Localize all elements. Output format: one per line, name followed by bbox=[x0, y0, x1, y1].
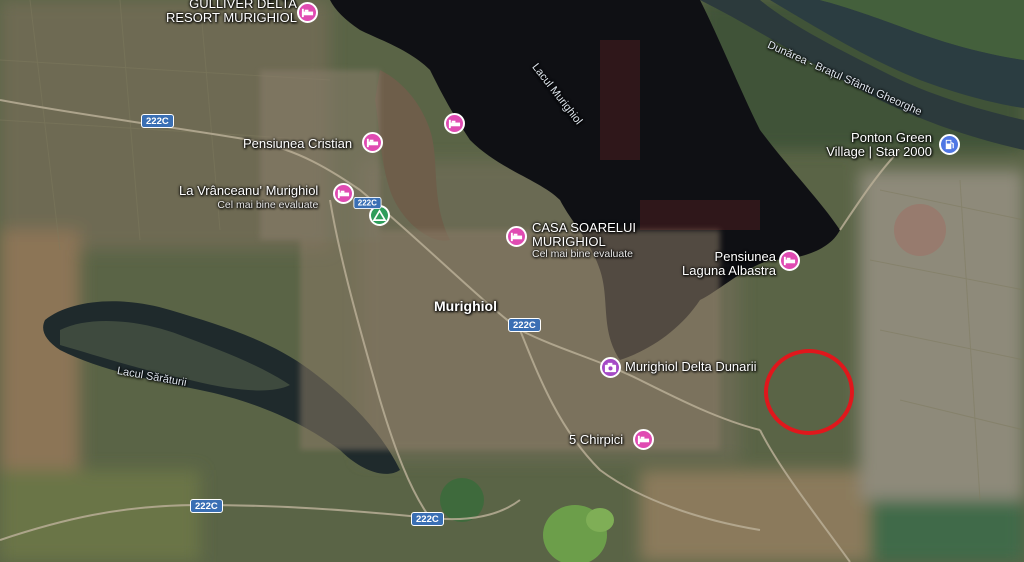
route-shield-222c: 222C bbox=[190, 499, 223, 513]
highlight-circle bbox=[764, 349, 854, 435]
town-label-murighiol: Murighiol bbox=[434, 298, 497, 314]
poi-laguna-line1: Pensiunea bbox=[714, 249, 776, 264]
fuel-icon[interactable] bbox=[939, 134, 960, 155]
poi-soarelui-line2: MURIGHIOL bbox=[532, 233, 606, 249]
poi-gulliver-label[interactable]: GULLIVER DELTA RESORT MURIGHIOL bbox=[166, 0, 297, 24]
poi-gulliver-line2: RESORT MURIGHIOL bbox=[166, 9, 297, 25]
poi-soarelui-label[interactable]: CASA SOARELUI MURIGHIOL Cel mai bine eva… bbox=[532, 221, 636, 260]
route-shield-222c: 222C bbox=[141, 114, 174, 128]
poi-laguna-line2: Laguna Albastra bbox=[682, 262, 776, 278]
poi-ponton-line1: Ponton Green bbox=[851, 130, 932, 145]
bed-icon[interactable] bbox=[333, 183, 354, 204]
bed-icon[interactable] bbox=[297, 2, 318, 23]
poi-vranceanu-sub: Cel mai bine evaluate bbox=[217, 198, 319, 211]
poi-ponton-label[interactable]: Ponton Green Village | Star 2000 bbox=[812, 131, 932, 158]
route-shield-222c: 222C bbox=[353, 197, 382, 209]
camera-icon[interactable] bbox=[600, 357, 621, 378]
poi-delta-label[interactable]: Murighiol Delta Dunarii bbox=[625, 360, 757, 374]
poi-cristian-label[interactable]: Pensiunea Cristian bbox=[243, 137, 352, 151]
bed-icon[interactable] bbox=[506, 226, 527, 247]
poi-vranceanu-label[interactable]: La Vrânceanu' Murighiol Cel mai bine eva… bbox=[179, 184, 318, 211]
poi-laguna-label[interactable]: Pensiunea Laguna Albastra bbox=[672, 250, 776, 277]
bed-icon[interactable] bbox=[633, 429, 654, 450]
route-shield-222c: 222C bbox=[411, 512, 444, 526]
poi-soarelui-line1: CASA SOARELUI bbox=[532, 220, 637, 235]
bed-icon[interactable] bbox=[779, 250, 800, 271]
poi-ponton-line2: Village | Star 2000 bbox=[826, 143, 932, 159]
bed-icon[interactable] bbox=[362, 132, 383, 153]
bed-icon[interactable] bbox=[444, 113, 465, 134]
route-shield-222c: 222C bbox=[508, 318, 541, 332]
poi-vranceanu-name: La Vrânceanu' Murighiol bbox=[179, 183, 319, 198]
poi-soarelui-sub: Cel mai bine evaluate bbox=[532, 248, 633, 261]
poi-chirpici-label[interactable]: 5 Chirpici bbox=[569, 433, 623, 447]
